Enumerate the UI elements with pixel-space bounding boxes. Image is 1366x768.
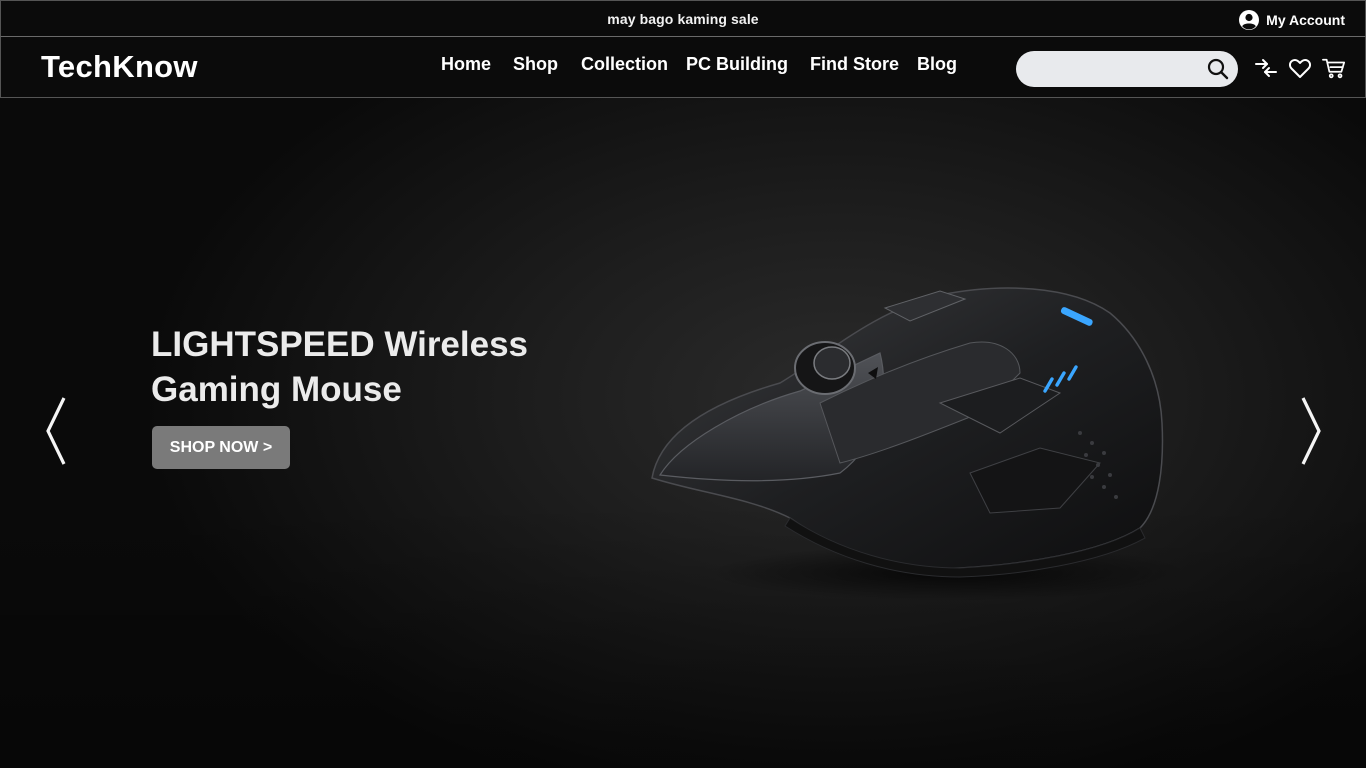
main-header: TechKnow Home Shop Collection PC Buildin… xyxy=(0,37,1366,98)
site-logo[interactable]: TechKnow xyxy=(41,49,198,85)
gaming-mouse-image xyxy=(651,287,1180,601)
header-icons xyxy=(1254,56,1346,80)
main-nav: Home Shop Collection PC Building Find St… xyxy=(441,54,979,75)
search-icon[interactable] xyxy=(1207,58,1229,80)
nav-shop[interactable]: Shop xyxy=(513,54,558,75)
nav-home[interactable]: Home xyxy=(441,54,491,75)
hero-title-line-2: Gaming Mouse xyxy=(151,370,402,409)
my-account-label: My Account xyxy=(1266,12,1345,28)
user-circle-icon xyxy=(1238,9,1260,31)
chevron-left-icon[interactable] xyxy=(44,396,68,466)
announcement-bar: may bago kaming sale My Account xyxy=(0,0,1366,37)
cart-icon[interactable] xyxy=(1322,56,1346,80)
nav-find-store[interactable]: Find Store xyxy=(810,54,899,75)
hero-title: LIGHTSPEED Wireless Gaming Mouse xyxy=(151,322,571,412)
search-input[interactable] xyxy=(1016,51,1196,87)
search-bar xyxy=(1016,51,1238,87)
compare-arrows-icon[interactable] xyxy=(1254,56,1278,80)
hero-title-line-1: LIGHTSPEED Wireless xyxy=(151,325,529,364)
promo-text: may bago kaming sale xyxy=(607,10,759,27)
nav-pc-building[interactable]: PC Building xyxy=(686,54,788,75)
shop-now-button[interactable]: SHOP NOW > xyxy=(152,426,290,469)
heart-icon[interactable] xyxy=(1288,56,1312,80)
chevron-right-icon[interactable] xyxy=(1299,396,1323,466)
hero-carousel: LIGHTSPEED Wireless Gaming Mouse SHOP NO… xyxy=(0,98,1366,768)
nav-collection[interactable]: Collection xyxy=(581,54,668,75)
my-account-link[interactable]: My Account xyxy=(1238,9,1345,31)
nav-blog[interactable]: Blog xyxy=(917,54,957,75)
